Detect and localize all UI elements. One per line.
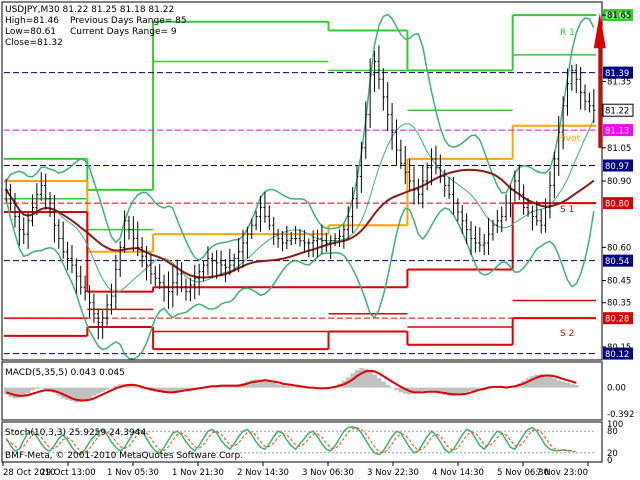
time-tick-label: 4 Nov 14:30 bbox=[432, 468, 484, 478]
macd-histogram-bar bbox=[552, 378, 557, 388]
macd-histogram-bar bbox=[34, 387, 40, 389]
macd-histogram-bar bbox=[109, 387, 114, 389]
price-tick-label: 81.05 bbox=[607, 144, 631, 154]
chart-header: USDJPY,M30 81.22 81.25 81.18 81.22 bbox=[5, 5, 174, 15]
price-tag-label: 80.80 bbox=[605, 200, 629, 210]
macd-histogram-bar bbox=[394, 387, 399, 391]
time-tick-label: 1 Nov 21:30 bbox=[172, 468, 224, 478]
level-label-s1: S 1 bbox=[560, 205, 574, 215]
macd-histogram-bar bbox=[91, 387, 97, 396]
time-tick-label: 3 Nov 06:30 bbox=[302, 468, 354, 478]
macd-histogram-bar bbox=[464, 387, 470, 393]
macd-histogram-bar bbox=[547, 376, 553, 388]
macd-histogram-bar bbox=[460, 387, 465, 394]
price-tick-label: 80.45 bbox=[607, 277, 631, 287]
macd-histogram-bar bbox=[372, 374, 378, 388]
level-label-pivot: Pivot bbox=[558, 134, 581, 144]
macd-histogram-bar bbox=[569, 384, 575, 388]
stoch-tick-label: 0 bbox=[607, 456, 612, 466]
macd-histogram-bar bbox=[367, 371, 373, 388]
macd-histogram-bar bbox=[354, 370, 360, 388]
macd-histogram-bar bbox=[30, 387, 35, 391]
macd-histogram-bar bbox=[385, 384, 391, 388]
macd-tick-label: 0.00 bbox=[607, 384, 626, 394]
macd-histogram-bar bbox=[284, 385, 290, 388]
time-tick-label: 3 Nov 22:30 bbox=[367, 468, 419, 478]
price-tag-label: 80.54 bbox=[605, 257, 629, 267]
macd-histogram-bar bbox=[574, 384, 579, 388]
macd-histogram-bar bbox=[280, 384, 285, 388]
macd-histogram-bar bbox=[293, 386, 299, 388]
macd-histogram-bar bbox=[297, 387, 303, 389]
macd-histogram-bar bbox=[389, 387, 395, 389]
level-label-s2: S 2 bbox=[560, 329, 574, 339]
macd-histogram-bar bbox=[87, 387, 93, 399]
macd-histogram-bar bbox=[43, 387, 49, 389]
price-tag-label: 81.22 bbox=[605, 107, 629, 117]
macd-histogram-bar bbox=[96, 387, 101, 394]
stoch-label: Stoch(10,3,3) 25.9259 24.3944 bbox=[5, 428, 146, 438]
price-tick-label: 80.15 bbox=[607, 343, 631, 353]
macd-histogram-bar bbox=[131, 386, 136, 388]
macd-histogram-bar bbox=[289, 386, 294, 388]
info-close: Close=81.32 bbox=[5, 38, 63, 48]
price-tick-label: 80.35 bbox=[607, 299, 631, 309]
macd-histogram-bar bbox=[420, 387, 426, 391]
price-tag-label: 81.13 bbox=[605, 127, 629, 137]
macd-histogram-bar bbox=[275, 384, 281, 388]
price-tick-label: 80.90 bbox=[607, 177, 631, 187]
macd-histogram-bar bbox=[468, 387, 474, 391]
macd-histogram-bar bbox=[170, 387, 176, 392]
macd-histogram-bar bbox=[271, 382, 277, 388]
macd-tick-label: -0.392 bbox=[607, 410, 634, 420]
price-tick-label: 81.65 bbox=[607, 11, 631, 21]
price-tick-label: 80.60 bbox=[607, 243, 631, 253]
price-tick-label: 81.35 bbox=[607, 77, 631, 87]
time-tick-label: 7 Nov 23:00 bbox=[536, 468, 588, 478]
macd-histogram-bar bbox=[477, 387, 483, 389]
macd-histogram-bar bbox=[25, 387, 31, 394]
macd-label: MACD(5,35,5) 0.043 0.045 bbox=[5, 368, 125, 378]
info-low: Low=80.61 bbox=[5, 27, 56, 37]
macd-histogram-bar bbox=[104, 387, 110, 390]
info-current-range: Current Days Range= 9 bbox=[70, 27, 177, 37]
macd-histogram-bar bbox=[267, 381, 272, 388]
level-label-r1: R 1 bbox=[560, 28, 575, 38]
macd-histogram-bar bbox=[381, 381, 386, 388]
macd-histogram-bar bbox=[135, 387, 141, 389]
macd-histogram-bar bbox=[424, 387, 430, 391]
macd-histogram-bar bbox=[565, 382, 570, 388]
macd-histogram-bar bbox=[429, 387, 435, 391]
info-prev-range: Previous Days Range= 85 bbox=[70, 16, 187, 26]
price-tag-label: 80.28 bbox=[605, 315, 629, 325]
chart-canvas: R 1PivotS 1S 2 81.6581.3981.2281.1380.97… bbox=[0, 0, 640, 480]
macd-histogram-bar bbox=[82, 387, 88, 401]
stoch-tick-label: 80 bbox=[607, 427, 618, 437]
macd-histogram-bar bbox=[100, 387, 106, 392]
macd-histogram-bar bbox=[359, 368, 364, 388]
macd-histogram-bar bbox=[39, 387, 44, 389]
copyright-text: BMF-Meta, © 2001-2010 MetaQuotes Softwar… bbox=[5, 451, 243, 461]
macd-histogram-bar bbox=[556, 380, 562, 388]
info-high: High=81.46 bbox=[5, 16, 59, 26]
macd-histogram-bar bbox=[560, 381, 566, 388]
macd-histogram-bar bbox=[12, 387, 18, 399]
time-tick-label: 1 Nov 05:30 bbox=[107, 468, 159, 478]
macd-histogram-bar bbox=[543, 374, 549, 388]
macd-histogram-bar bbox=[473, 387, 478, 390]
time-tick-label: 2 Nov 14:30 bbox=[237, 468, 289, 478]
price-tag-label: 80.97 bbox=[605, 162, 629, 172]
macd-histogram-bar bbox=[376, 378, 382, 388]
time-tick-label: 29 Oct 13:00 bbox=[40, 468, 95, 478]
